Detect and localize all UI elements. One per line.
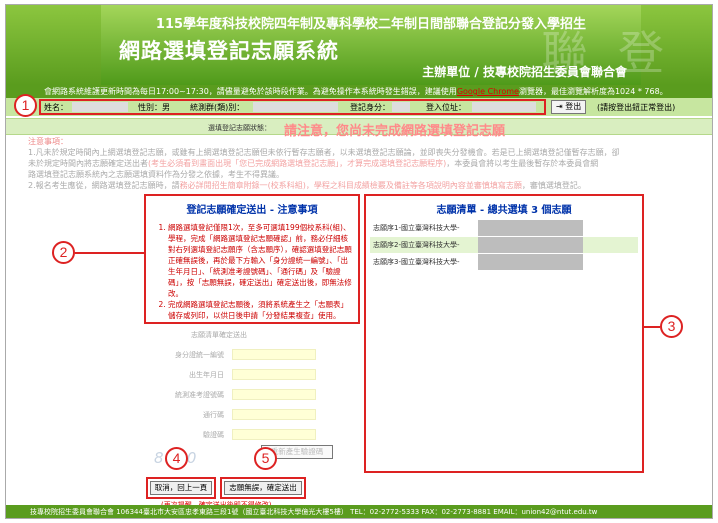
annotation-box-1 <box>39 99 546 115</box>
wishlist-item-1-redacted <box>478 220 583 236</box>
notes-line-4c: ，審慎選填登記。 <box>521 181 586 190</box>
logout-hint: (請按登出鈕正常登出) <box>597 103 676 112</box>
id-label: 身分證統一編號 <box>175 351 224 359</box>
wishlist-item-2[interactable]: 志願序2-國立臺灣科技大學- <box>370 237 638 253</box>
status-bar: 選填登記志願狀態： 請注意，您尚未完成網路選填登記志願 <box>6 118 712 139</box>
notes-line-3: 路選填登記志願系統內之志願選填資料作為分發之依據，考生不得異議。 <box>28 170 284 179</box>
browser-page: 115學年度科技校院四年制及專科學校二年制日間部聯合登記分發入學招生 網路選填登… <box>5 4 713 519</box>
confirm-notice-item-1: 網路選填登記僅限1次，至多可選填199個校系科(組)、學程，完成「網路選填登記志… <box>168 222 358 299</box>
wishlist-item-1-label: 志願序1-國立臺灣科技大學- <box>373 224 460 232</box>
pass-code-input[interactable] <box>232 409 316 420</box>
notes-title: 注意事項： <box>28 137 68 146</box>
birth-input[interactable] <box>232 369 316 380</box>
logout-label: 登出 <box>565 102 582 111</box>
wishlist-item-3[interactable]: 志願序3-國立臺灣科技大學- <box>370 254 638 270</box>
banner-watermark: 聯 登 <box>541 26 672 80</box>
header-banner: 115學年度科技校院四年制及專科學校二年制日間部聯合登記分發入學招生 網路選填登… <box>6 5 712 85</box>
confirm-notice-box: 登記志願確定送出 - 注意事項 網路選填登記僅限1次，至多可選填199個校系科(… <box>144 194 360 324</box>
notes-line-1: 1.凡未於規定時間內上網選填登記志願，或雖有上網選填登記志願但未依行暫存志願者，… <box>28 148 620 157</box>
pass-code-label: 通行碼 <box>203 411 224 419</box>
notes-line-2: 未於規定時間內將志願確定送出者(考生必須看到畫面出現「您已完成網路選填登記志願」… <box>28 158 698 169</box>
confirm-notice-list: 網路選填登記僅限1次，至多可選填199個校系科(組)、學程，完成「網路選填登記志… <box>168 222 358 321</box>
annotation-marker-2: 2 <box>52 241 75 264</box>
annotation-marker-4: 4 <box>165 447 188 470</box>
confirm-submit-button[interactable]: 志願無誤，確定送出 <box>224 481 302 495</box>
notes-line-4b: 務必詳閱招生簡章附錄一(校系科組)，學程之科目成績檢覈及備註等各項說明內容並審慎… <box>179 181 522 190</box>
notes-line-2b: (考生必須看到畫面出現「您已完成網路選填登記志願」，才算完成選填登記志願程序) <box>148 159 447 168</box>
wishlist-item-1[interactable]: 志願序1-國立臺灣科技大學- <box>370 220 638 236</box>
wishlist-box: 志願清單 - 總共選填 3 個志願 志願序1-國立臺灣科技大學- 志願序2-國立… <box>364 194 644 473</box>
wishlist-item-2-label: 志願序2-國立臺灣科技大學- <box>373 241 460 249</box>
confirm-button-highlight: 志願無誤，確定送出 <box>220 477 306 499</box>
logout-icon: ⇥ <box>556 102 563 111</box>
annotation-line-3 <box>644 326 660 328</box>
annotation-marker-1: 1 <box>14 94 37 117</box>
status-label: 選填登記志願狀態： <box>208 124 271 132</box>
confirm-form-title: 志願清單確定送出 <box>191 331 247 339</box>
wishlist-item-3-label: 志願序3-國立臺灣科技大學- <box>373 258 460 266</box>
annotation-line-2 <box>75 252 144 254</box>
notice-text: 會網路系統維護更新時間為每日17:00~17:30，請儘量避免於該時段作業。為避… <box>44 87 457 96</box>
verify-code-input[interactable] <box>232 429 316 440</box>
maintenance-notice: 會網路系統維護更新時間為每日17:00~17:30，請儘量避免於該時段作業。為避… <box>6 85 712 98</box>
logout-button[interactable]: ⇥ 登出 <box>551 100 587 114</box>
exam-number-input[interactable] <box>232 389 316 400</box>
notes-line-2a: 未於規定時間內將志願確定送出者 <box>28 159 148 168</box>
notes-section: 注意事項： 1.凡未於規定時間內上網選填登記志願，或雖有上網選填登記志願但未依行… <box>28 136 698 191</box>
confirm-notice-title: 登記志願確定送出 - 注意事項 <box>186 205 318 216</box>
id-input[interactable] <box>232 349 316 360</box>
confirm-notice-item-2: 完成網路選填登記志願後，須將系統產生之「志願表」儲存或列印，以供日後申請「分發結… <box>168 299 358 321</box>
annotation-marker-5: 5 <box>254 447 277 470</box>
notes-line-4a: 2.報名考生應從，網路選填登記志願時，請 <box>28 181 180 190</box>
notice-text-after: 瀏覽器，最佳瀏覽解析度為1024 * 768。 <box>518 87 668 96</box>
exam-number-label: 統測准考證號碼 <box>175 391 224 399</box>
wishlist-item-3-redacted <box>478 254 583 270</box>
notes-line-4: 2.報名考生應從，網路選填登記志願時，請務必詳閱招生簡章附錄一(校系科組)，學程… <box>28 180 698 191</box>
cancel-button[interactable]: 取消，回上一頁 <box>150 481 212 495</box>
wishlist-title: 志願清單 - 總共選填 3 個志願 <box>436 205 572 216</box>
cancel-button-highlight: 取消，回上一頁 <box>146 477 216 499</box>
footer: 技專校院招生委員會聯合會 106344臺北市大安區忠孝東路三段1號（國立臺北科技… <box>6 505 712 518</box>
notes-line-2c: ，本委員會將以考生最後暫存於本委員會網 <box>446 159 599 168</box>
annotation-marker-3: 3 <box>660 315 683 338</box>
birth-label: 出生年月日 <box>189 371 224 379</box>
banner-main-title: 網路選填登記志願系統 <box>119 39 339 63</box>
verify-code-label: 驗證碼 <box>203 431 224 439</box>
wishlist-item-2-redacted <box>478 237 583 253</box>
chrome-link[interactable]: Google Chrome <box>457 87 519 96</box>
